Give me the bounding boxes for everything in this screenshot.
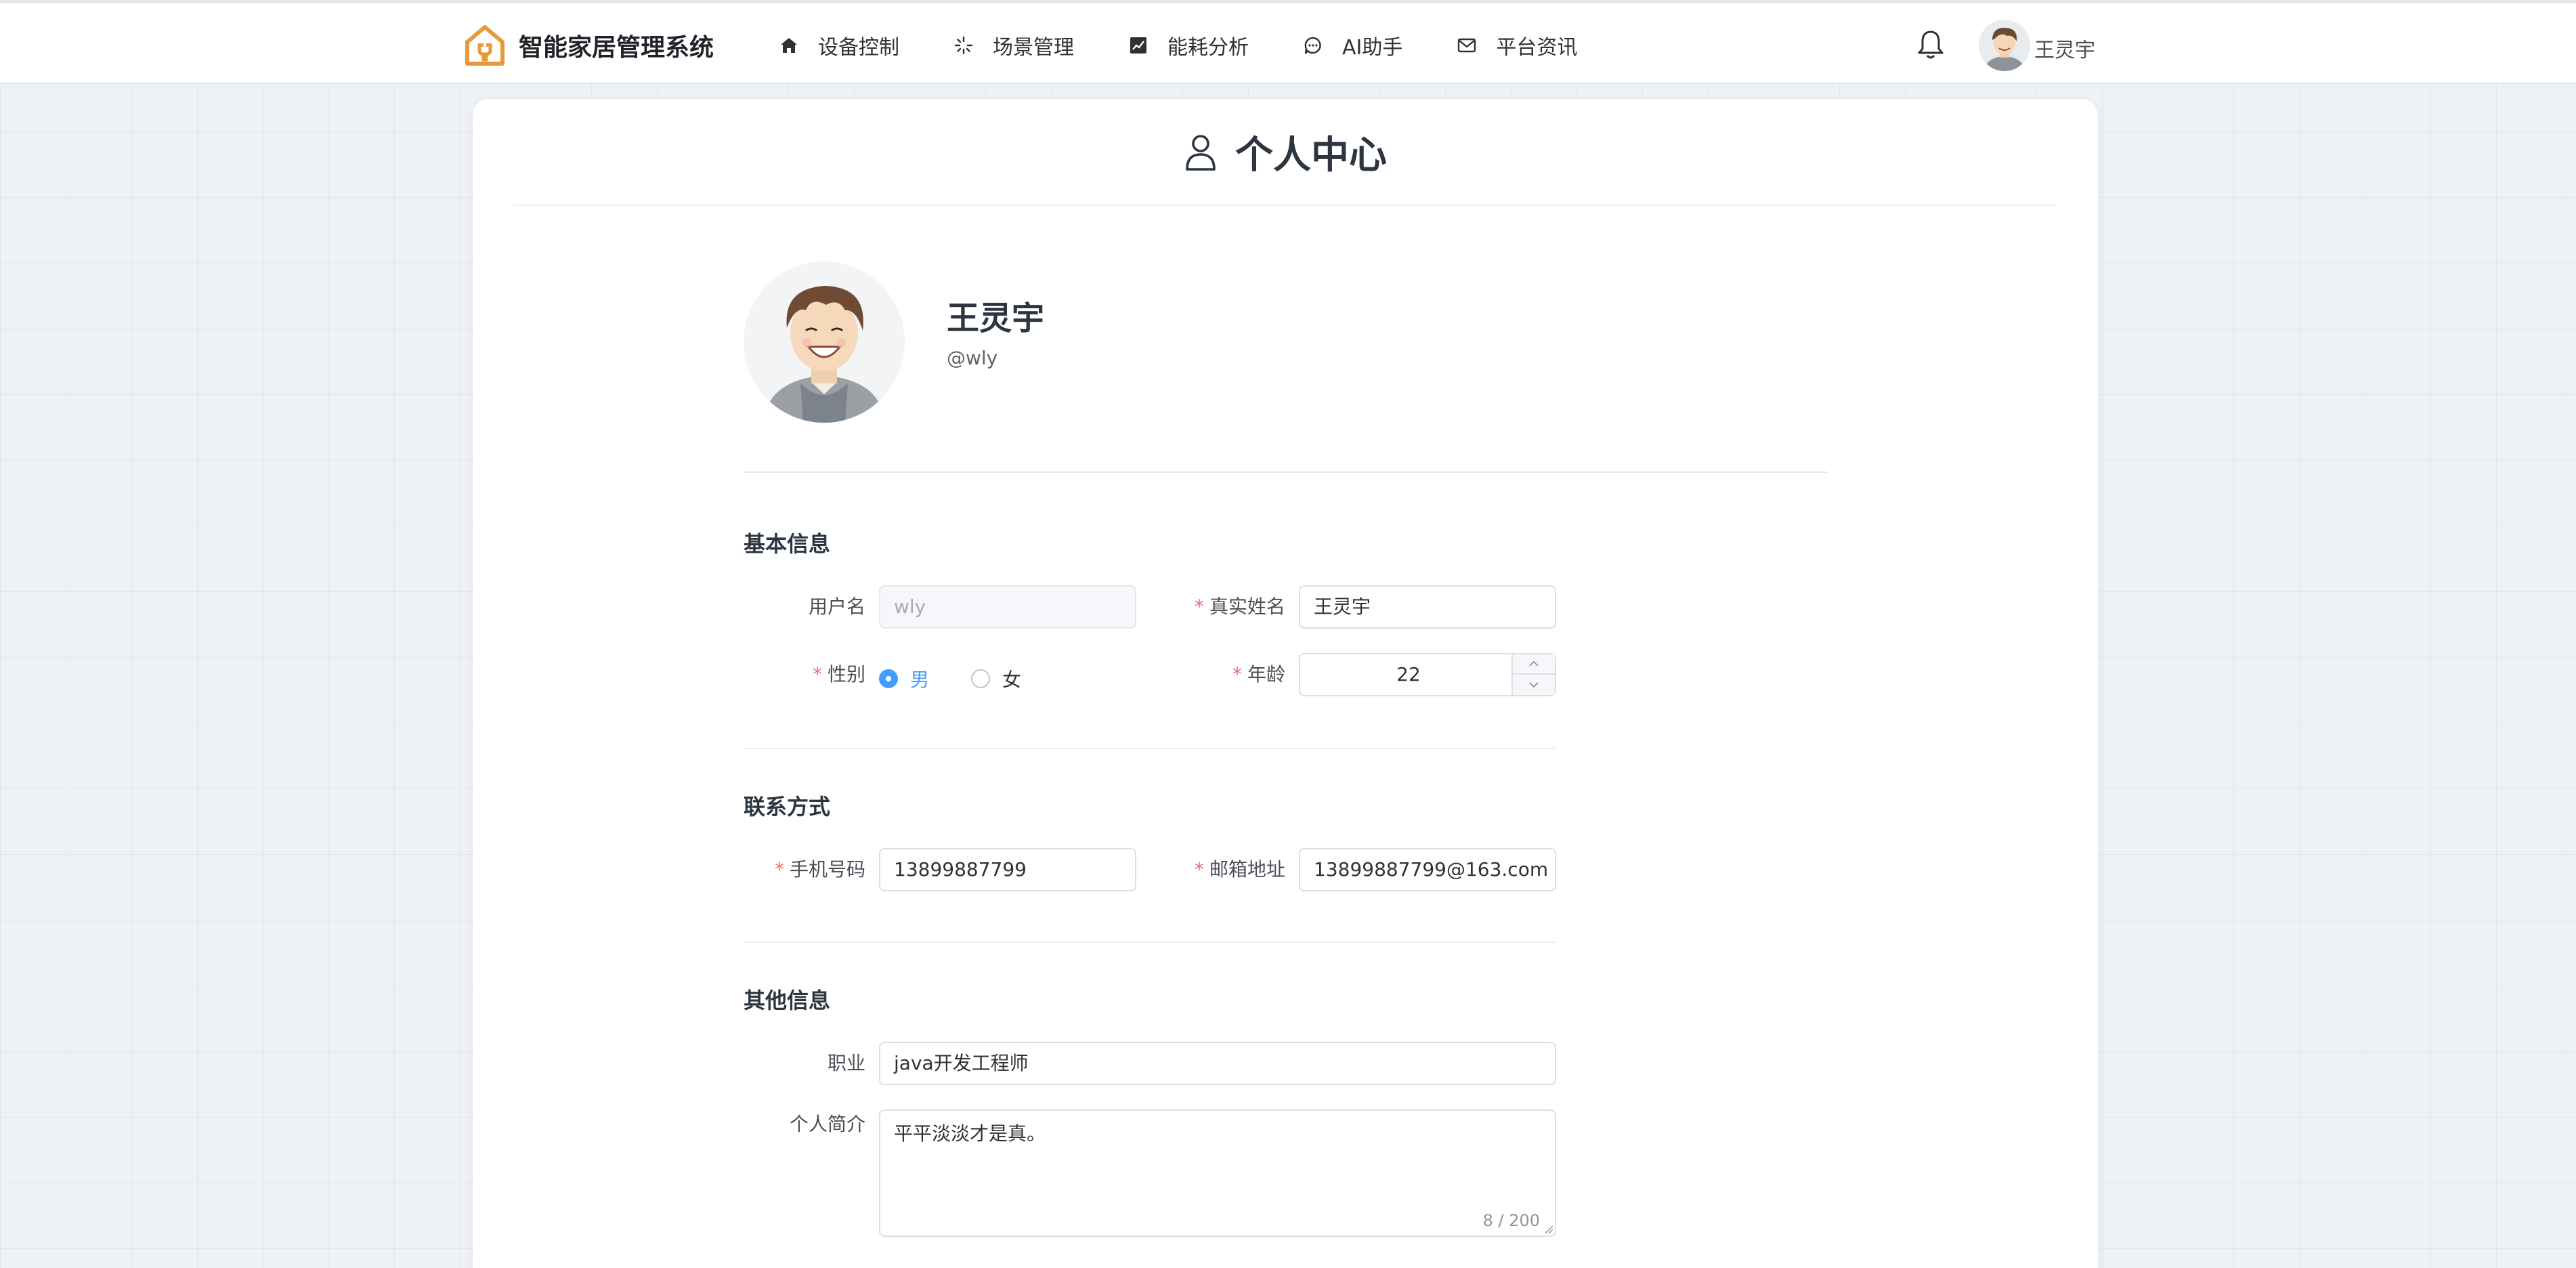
profile-name: 王灵宇: [947, 299, 1045, 337]
username-label: 用户名: [808, 595, 865, 618]
nav-label: 设备控制: [818, 36, 899, 60]
age-stepper[interactable]: 22: [1299, 653, 1556, 696]
nav-item-device-control[interactable]: 设备控制: [779, 30, 899, 60]
realname-label: * 真实姓名: [1194, 595, 1285, 618]
nav-label: 场景管理: [993, 36, 1074, 60]
phone-label: * 手机号码: [774, 858, 865, 881]
home-icon: [781, 38, 797, 53]
profile-avatar[interactable]: [744, 261, 905, 423]
top-navbar: 智能家居管理系统 设备控制 场景管理 能耗分析 AI助手 平台资讯 王灵宇: [0, 0, 2576, 84]
profile-card: 个人中心 王灵宇 @wly 基本信息 用户名 wly * 真实姓名 王灵宇 * 性别…: [473, 99, 2098, 1268]
bell-icon[interactable]: [1916, 29, 1945, 60]
radio-circle: [879, 669, 898, 688]
divider: [744, 748, 1556, 749]
age-value[interactable]: 22: [1300, 654, 1517, 695]
user-icon: [1186, 135, 1216, 171]
chat-bubble-icon: [1304, 37, 1321, 54]
loading-spark-icon: [954, 36, 973, 55]
house-logo-icon: [465, 25, 505, 66]
nav-item-platform-news[interactable]: 平台资讯: [1457, 30, 1577, 60]
nav-item-energy-analysis[interactable]: 能耗分析: [1128, 30, 1249, 60]
gender-label: * 性别: [812, 663, 865, 685]
page-header: 个人中心: [473, 125, 2098, 179]
bio-textarea[interactable]: 平平淡淡才是真。 8 / 200: [879, 1110, 1556, 1237]
nav-label: AI助手: [1342, 36, 1403, 60]
bio-text: 平平淡淡才是真。: [894, 1122, 1046, 1145]
divider: [513, 205, 2057, 206]
email-label: * 邮箱地址: [1194, 858, 1285, 881]
avatar[interactable]: [1979, 20, 2030, 71]
decrement-button[interactable]: [1513, 675, 1555, 695]
gender-radio-female[interactable]: 女: [971, 657, 1021, 700]
radio-circle: [971, 669, 990, 688]
stepper-controls: [1511, 654, 1555, 695]
resize-handle-icon[interactable]: [1544, 1225, 1553, 1234]
phone-input[interactable]: 13899887799: [879, 848, 1136, 891]
username-input: wly: [879, 585, 1136, 629]
main-nav: 设备控制 场景管理 能耗分析 AI助手 平台资讯: [779, 24, 1631, 67]
chevron-up-icon: [1529, 660, 1539, 667]
chevron-down-icon: [1529, 682, 1539, 688]
section-title-basic: 基本信息: [744, 531, 831, 557]
divider: [744, 942, 1556, 943]
increment-button[interactable]: [1513, 654, 1555, 675]
nav-item-ai-assistant[interactable]: AI助手: [1303, 30, 1402, 60]
job-input[interactable]: java开发工程师: [879, 1042, 1556, 1085]
nav-item-scene-management[interactable]: 场景管理: [953, 30, 1074, 60]
header-username[interactable]: 王灵宇: [2034, 33, 2095, 63]
realname-input[interactable]: 王灵宇: [1299, 585, 1556, 629]
page-title: 个人中心: [1235, 133, 1387, 177]
mail-icon: [1458, 38, 1476, 53]
profile-handle: @wly: [947, 347, 998, 369]
brand[interactable]: 智能家居管理系统: [465, 22, 714, 68]
bio-label: 个人简介: [789, 1113, 865, 1135]
nav-label: 平台资讯: [1496, 36, 1578, 60]
divider: [744, 471, 1827, 473]
app-title: 智能家居管理系统: [519, 34, 714, 62]
email-input[interactable]: 13899887799@163.com: [1299, 848, 1556, 891]
age-label: * 年龄: [1232, 663, 1285, 685]
chart-icon: [1130, 37, 1146, 54]
section-title-other: 其他信息: [744, 988, 831, 1013]
nav-label: 能耗分析: [1167, 36, 1249, 60]
section-title-contact: 联系方式: [744, 794, 831, 820]
gender-radio-male[interactable]: 男: [879, 657, 929, 700]
job-label: 职业: [827, 1052, 865, 1074]
char-counter: 8 / 200: [1482, 1211, 1540, 1230]
